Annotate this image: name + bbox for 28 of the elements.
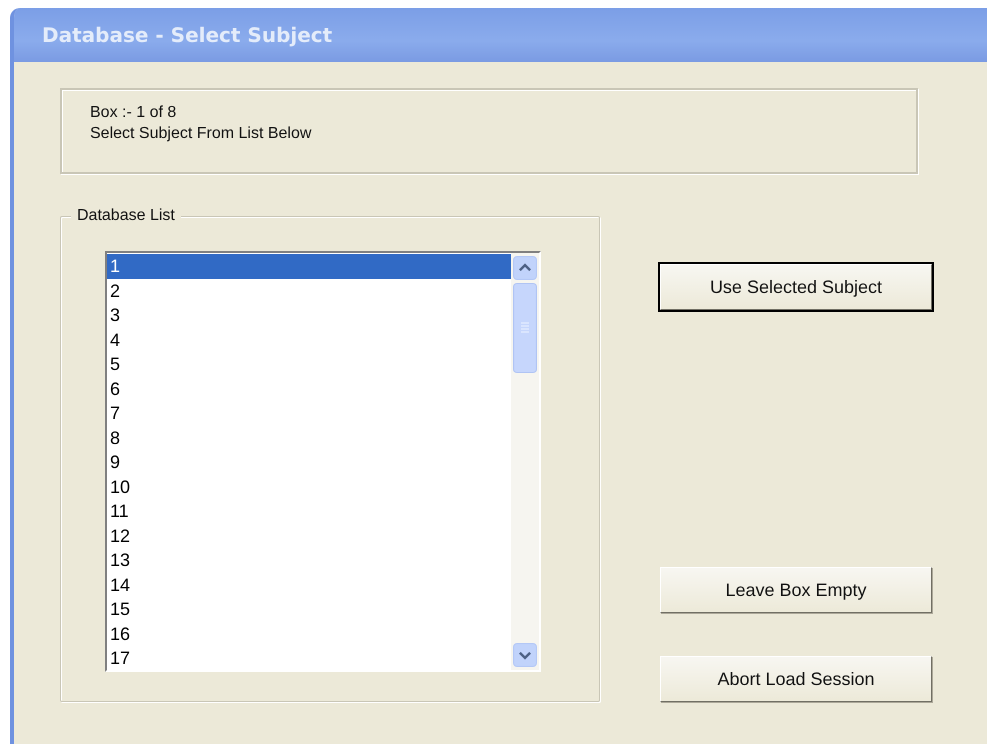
list-item[interactable]: 13 [107, 548, 511, 572]
list-item[interactable]: 2 [107, 278, 511, 303]
list-item[interactable]: 16 [107, 622, 511, 646]
dialog-button[interactable]: Use Selected Subject [660, 264, 932, 310]
subject-listbox[interactable]: 1 2 3 4 5 6 7 8 9 10 11 12 13 14 15 16 17 [105, 251, 541, 672]
list-item[interactable]: 10 [107, 474, 511, 499]
list-item[interactable]: 4 [107, 328, 511, 352]
list-item[interactable]: 11 [107, 499, 511, 524]
list-item[interactable]: 3 [107, 303, 511, 328]
scroll-thumb[interactable] [513, 283, 537, 373]
list-item[interactable]: 17 [107, 646, 511, 670]
list-item[interactable]: 5 [107, 352, 511, 376]
dialog-button[interactable]: Leave Box Empty [660, 567, 932, 613]
scroll-down-icon[interactable] [513, 643, 537, 667]
dialog-button[interactable]: Abort Load Session [660, 656, 932, 702]
list-item[interactable]: 7 [107, 401, 511, 426]
list-item[interactable]: 12 [107, 524, 511, 548]
info-text: Select Subject From List Below [90, 124, 312, 144]
list-item[interactable]: 6 [107, 376, 511, 401]
list-item[interactable]: 9 [107, 450, 511, 474]
list-item[interactable]: 15 [107, 597, 511, 622]
list-item[interactable]: 8 [107, 426, 511, 450]
scrollbar[interactable] [511, 253, 539, 670]
list-item[interactable]: 1 [107, 254, 511, 278]
info-text: Box :- 1 of 8 [90, 103, 176, 123]
window-title: Database - Select Subject [42, 23, 332, 47]
list-item[interactable]: 14 [107, 572, 511, 597]
scroll-up-icon[interactable] [513, 256, 537, 280]
